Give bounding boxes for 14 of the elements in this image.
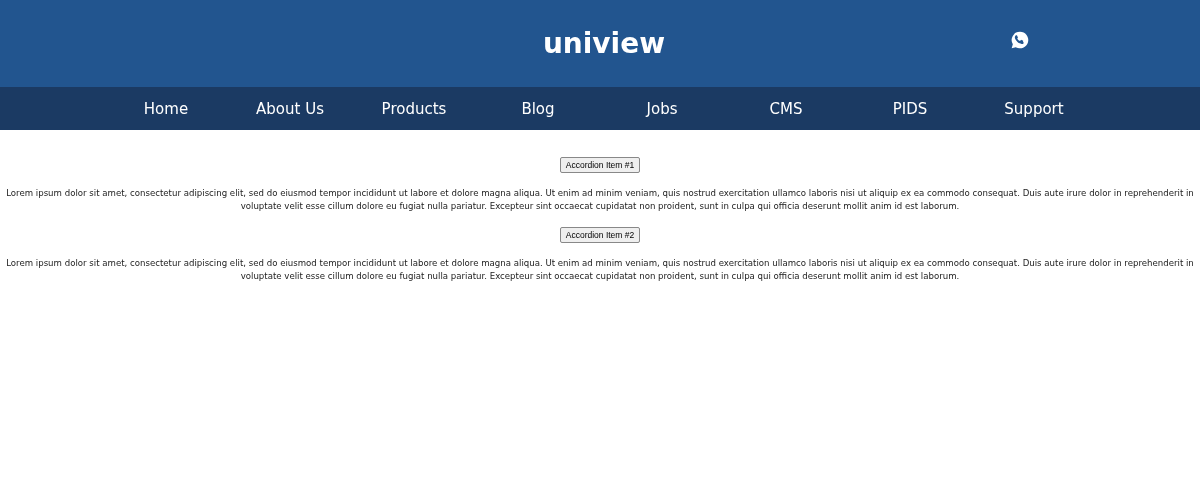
nav-link[interactable]: Home: [104, 99, 228, 118]
nav-link[interactable]: CMS: [724, 99, 848, 118]
nav-link[interactable]: Products: [352, 99, 476, 118]
chat-bubble-phone-icon[interactable]: [1010, 30, 1030, 50]
site-logo[interactable]: uniview: [542, 27, 666, 60]
nav-link[interactable]: About Us: [228, 99, 352, 118]
accordion-button[interactable]: Accordion Item #2: [559, 227, 641, 243]
accordion-text: Lorem ipsum dolor sit amet, consectetur adipiscing elit, sed do eiusmod tempor incididunt ut labore et dolore magna aliqua. Ut enim ad minim veniam, quis nostrud exercitation ullamco laboris nisi ut aliquip ex ea commodo consequat. Duis aute irure dolor in reprehenderit in voluptate velit esse cillum dolore eu fugiat nulla pariatur. Excepteur sint occaecat cupidatat non proident, sunt in culpa qui officia deserunt mollit anim id est laborum.: [5, 187, 1195, 213]
nav-link[interactable]: Jobs: [600, 99, 724, 118]
nav-link[interactable]: Support: [972, 99, 1096, 118]
nav-link[interactable]: Blog: [476, 99, 600, 118]
nav-link[interactable]: PIDS: [848, 99, 972, 118]
accordion-button[interactable]: Accordion Item #1: [559, 157, 641, 173]
accordion-text: Lorem ipsum dolor sit amet, consectetur adipiscing elit, sed do eiusmod tempor incididunt ut labore et dolore magna aliqua. Ut enim ad minim veniam, quis nostrud exercitation ullamco laboris nisi ut aliquip ex ea commodo consequat. Duis aute irure dolor in reprehenderit in voluptate velit esse cillum dolore eu fugiat nulla pariatur. Excepteur sint occaecat cupidatat non proident, sunt in culpa qui officia deserunt mollit anim id est laborum.: [5, 257, 1195, 283]
